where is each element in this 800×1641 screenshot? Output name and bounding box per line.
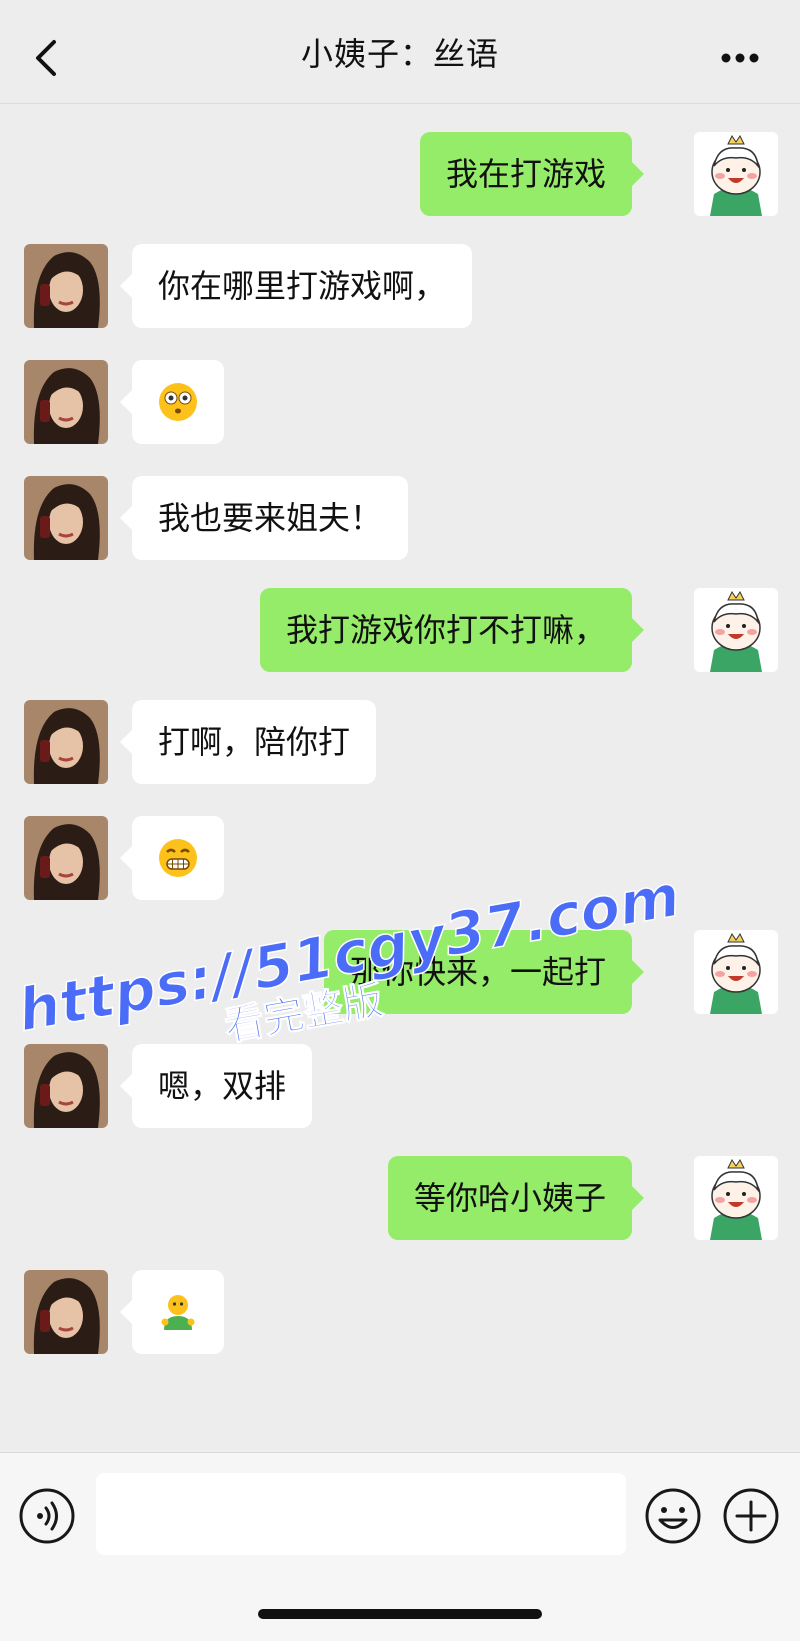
received-emoji-bubble[interactable]	[120, 360, 224, 444]
sent-bubble[interactable]: 那你快来，一起打	[323, 930, 645, 1014]
green-shirt-person-emoji	[161, 1295, 195, 1330]
sent-bubble[interactable]: 等你哈小姨子	[387, 1156, 645, 1240]
contact-avatar[interactable]	[24, 816, 108, 900]
voice-icon[interactable]	[18, 1487, 76, 1545]
contact-avatar[interactable]	[24, 700, 108, 784]
home-indicator[interactable]	[258, 1609, 542, 1619]
contact-avatar[interactable]	[24, 1044, 108, 1128]
contact-avatar[interactable]	[24, 360, 108, 444]
my-avatar[interactable]	[694, 930, 778, 1014]
message-list[interactable]: 我在打游戏 你在哪里打游戏啊， 我也要来姐夫！ 我打游戏你打不打嘛， 打啊，陪你…	[0, 104, 800, 1452]
input-bar	[0, 1452, 800, 1641]
received-emoji-bubble[interactable]	[120, 816, 224, 900]
received-bubble[interactable]: 我也要来姐夫！	[119, 476, 409, 560]
my-avatar[interactable]	[694, 132, 778, 216]
message-input[interactable]	[96, 1473, 626, 1555]
received-bubble[interactable]: 嗯，双排	[119, 1044, 313, 1128]
my-avatar[interactable]	[694, 588, 778, 672]
sent-bubble[interactable]: 我打游戏你打不打嘛，	[259, 588, 645, 672]
plus-icon[interactable]	[722, 1487, 780, 1545]
back-icon[interactable]	[28, 36, 64, 80]
received-bubble[interactable]: 你在哪里打游戏啊，	[119, 244, 473, 328]
contact-avatar[interactable]	[24, 244, 108, 328]
more-icon[interactable]	[720, 52, 760, 64]
flushed-face-emoji	[159, 383, 197, 421]
chat-header: 小姨子：丝语	[0, 0, 800, 104]
contact-avatar[interactable]	[24, 476, 108, 560]
sent-bubble[interactable]: 我在打游戏	[419, 132, 645, 216]
smiley-icon[interactable]	[644, 1487, 702, 1545]
chat-title: 小姨子：丝语	[300, 34, 499, 73]
grimacing-face-emoji	[159, 839, 197, 877]
my-avatar[interactable]	[694, 1156, 778, 1240]
contact-avatar[interactable]	[24, 1270, 108, 1354]
received-bubble[interactable]: 打啊，陪你打	[119, 700, 377, 784]
received-emoji-bubble[interactable]	[120, 1270, 224, 1354]
